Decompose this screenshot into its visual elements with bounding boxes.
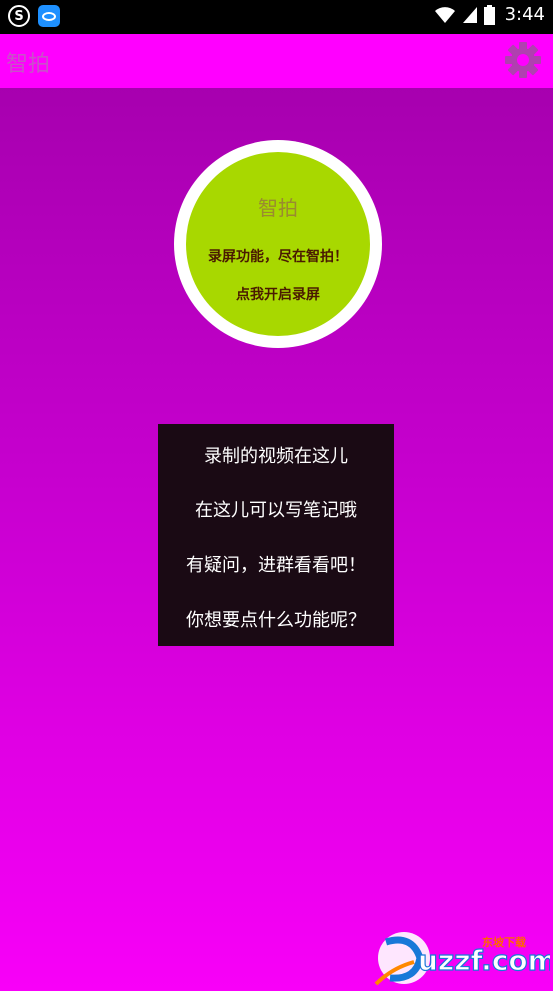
- gear-icon[interactable]: [503, 40, 543, 80]
- s-app-icon: S: [8, 5, 30, 27]
- menu-item-group[interactable]: 有疑问，进群看看吧！: [158, 551, 394, 577]
- feature-menu: 录制的视频在这儿 在这儿可以写笔记哦 有疑问，进群看看吧！ 你想要点什么功能呢？: [158, 424, 394, 646]
- svg-text:东坡下载: 东坡下载: [482, 935, 526, 949]
- status-bar: S 3:44: [0, 0, 553, 34]
- record-button[interactable]: 智拍 录屏功能，尽在智拍！ 点我开启录屏: [186, 152, 370, 336]
- wifi-icon: [434, 6, 455, 23]
- notification-icons: S: [8, 5, 60, 27]
- battery-icon: [483, 4, 495, 25]
- signal-icon: [462, 6, 477, 23]
- menu-item-feedback[interactable]: 你想要点什么功能呢？: [158, 606, 394, 632]
- uzzf-watermark-logo: uzzf.com 东坡下载: [374, 932, 550, 986]
- clock: 3:44: [504, 4, 545, 25]
- app-title: 智拍: [6, 52, 51, 77]
- record-button-title: 智拍: [258, 196, 298, 220]
- browser-app-icon: [38, 5, 60, 27]
- record-button-action: 点我开启录屏: [236, 287, 320, 303]
- app-bar: 智拍: [0, 34, 553, 88]
- menu-item-videos[interactable]: 录制的视频在这儿: [158, 442, 394, 468]
- record-button-slogan: 录屏功能，尽在智拍！: [208, 249, 348, 265]
- system-status: 3:44: [434, 4, 545, 25]
- menu-item-notes[interactable]: 在这儿可以写笔记哦: [158, 496, 394, 522]
